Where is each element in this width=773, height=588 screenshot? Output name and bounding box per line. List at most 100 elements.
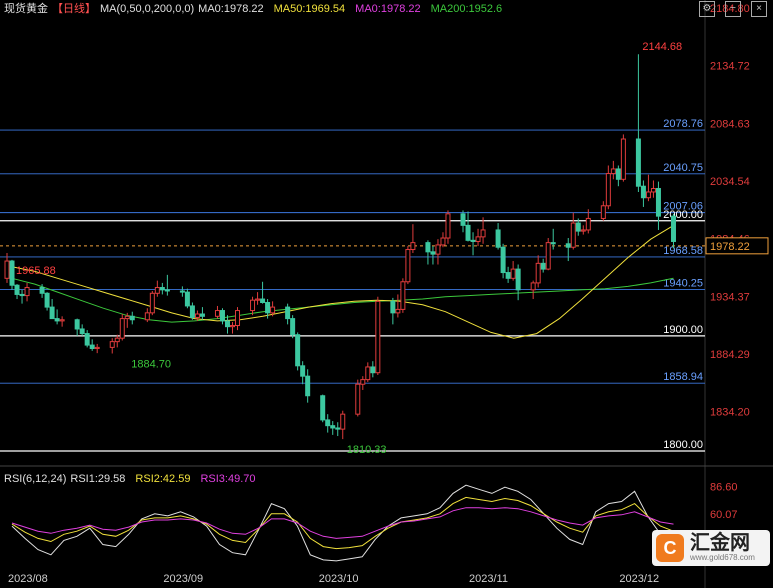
candle-body: [645, 191, 651, 199]
x-axis-label: 2023/10: [319, 573, 359, 585]
candle-body: [530, 282, 536, 291]
price-tick-label: 1834.20: [710, 407, 750, 419]
rsi-legend-item: RSI2:42.59: [135, 473, 190, 485]
candle-body: [510, 268, 516, 279]
candle-body: [255, 298, 261, 301]
candle-body: [199, 313, 205, 317]
candle-body: [475, 236, 481, 242]
background: [0, 0, 773, 588]
candle-body: [325, 419, 331, 427]
candle-body: [540, 262, 546, 270]
ma-legend-item: MA50:1969.54: [274, 3, 346, 15]
candle-body: [59, 319, 65, 322]
candle-body: [505, 272, 511, 279]
candle-body: [290, 318, 296, 336]
candle-body: [265, 301, 271, 314]
window-controls: ⚙ − ×: [699, 1, 767, 17]
candle-body: [164, 289, 170, 292]
ma-legend-item: MA0:1978.22: [198, 3, 263, 15]
candle-body: [184, 291, 190, 307]
candle-body: [295, 334, 301, 367]
horizontal-line-label: 1858.94: [663, 371, 703, 383]
candle-body: [635, 138, 641, 187]
candle-body: [480, 229, 486, 238]
close-icon[interactable]: ×: [751, 1, 767, 17]
candle-body: [14, 284, 20, 295]
ma-params-label: MA(0,50,0,200,0,0): [100, 3, 194, 15]
horizontal-line-label: 2000.00: [663, 209, 703, 221]
candle-body: [650, 188, 656, 193]
candle-body: [535, 262, 541, 284]
candle-body: [410, 242, 416, 251]
rsi-tick-label: 60.07: [710, 509, 738, 521]
settings-icon[interactable]: ⚙: [699, 1, 715, 17]
candle-body: [460, 213, 466, 226]
candle-body: [4, 260, 10, 279]
candle-body: [600, 205, 606, 219]
price-tick-label: 2084.63: [710, 118, 750, 130]
candle-body: [74, 319, 80, 330]
candle-body: [335, 427, 341, 430]
candle-body: [670, 215, 676, 242]
candle-body: [435, 244, 441, 255]
candle-body: [54, 318, 60, 322]
symbol-label: 现货黄金: [4, 1, 48, 15]
candle-body: [129, 315, 135, 321]
remove-icon[interactable]: −: [725, 1, 741, 17]
rsi-legend-item: RSI3:49.70: [200, 473, 255, 485]
candle-body: [340, 413, 346, 430]
candle-body: [49, 306, 55, 320]
candle-body: [570, 222, 576, 248]
candle-body: [250, 299, 256, 312]
candle-body: [375, 300, 381, 374]
candle-body: [114, 337, 120, 343]
candle-body: [224, 320, 230, 328]
horizontal-line-label: 1800.00: [663, 439, 703, 451]
x-axis-label: 2023/08: [8, 573, 48, 585]
last-price-label: 1978.22: [710, 241, 750, 253]
price-annotation: 1810.33: [347, 444, 387, 456]
candle-body: [425, 242, 431, 253]
candle-body: [19, 293, 25, 297]
candle-body: [355, 383, 361, 415]
price-annotation: 1965.88: [16, 265, 56, 277]
candle-body: [214, 310, 220, 317]
candle-body: [500, 246, 506, 274]
logo-mark-icon: C: [656, 534, 684, 562]
candle-body: [580, 229, 586, 232]
candle-body: [405, 249, 411, 283]
candle-body: [109, 341, 115, 348]
candle-body: [440, 237, 446, 246]
price-tick-label: 1934.37: [710, 291, 750, 303]
candle-body: [360, 379, 366, 385]
candle-body: [605, 173, 611, 207]
candle-body: [79, 328, 85, 335]
candle-body: [370, 366, 376, 374]
candle-body: [300, 365, 306, 377]
price-tick-label: 2034.54: [710, 176, 750, 188]
candle-body: [430, 251, 436, 255]
candle-body: [445, 213, 451, 239]
rsi-label: RSI(6,12,24): [4, 473, 66, 485]
rsi-legend-item: RSI1:29.58: [70, 473, 125, 485]
candle-body: [124, 315, 130, 320]
candle-body: [470, 239, 476, 242]
candle-body: [610, 168, 616, 175]
chart-canvas: 2184.802134.722084.632034.541984.461934.…: [0, 0, 773, 588]
candle-body: [545, 242, 551, 270]
candle-body: [615, 168, 621, 180]
candle-body: [395, 308, 401, 314]
candle-body: [465, 224, 471, 241]
period-label: 【日线】: [52, 1, 96, 15]
candle-body: [390, 300, 396, 314]
candle-body: [230, 325, 236, 328]
candle-body: [550, 242, 556, 245]
candle-body: [9, 260, 15, 286]
brand-logo: C 汇金网 www.gold678.com: [652, 530, 770, 566]
candle-body: [565, 243, 571, 248]
candle-body: [620, 138, 626, 180]
candle-body: [219, 310, 225, 322]
candle-body: [89, 344, 95, 350]
candle-body: [655, 188, 661, 217]
candle-body: [400, 281, 406, 310]
